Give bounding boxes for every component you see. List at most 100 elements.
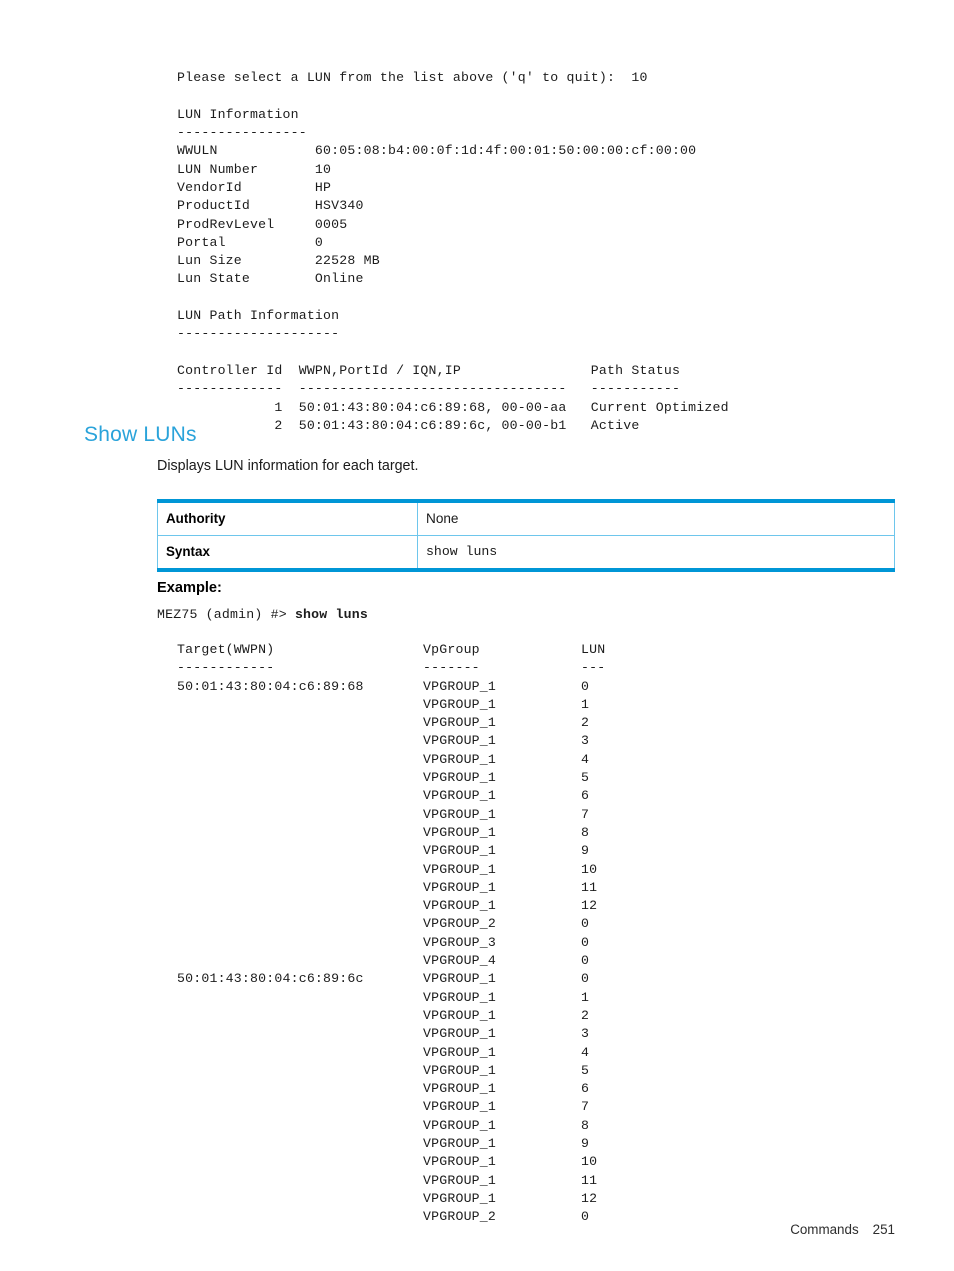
table-row: 50:01:43:80:04:c6:89:68 VPGROUP_1 0: [177, 678, 605, 696]
listing-cell-vpgroup: VPGROUP_1: [423, 1044, 497, 1060]
listing-cell-lun: 0: [581, 953, 590, 969]
table-row: Syntax show luns: [157, 535, 895, 571]
spec-key-syntax: Syntax: [157, 535, 418, 571]
example-command-prompt: MEZ75 (admin) #> show luns: [157, 606, 368, 624]
table-row: VPGROUP_3 0: [177, 934, 605, 952]
listing-cell-lun: 2: [581, 1007, 590, 1023]
listing-cell-lun: 12: [581, 898, 598, 914]
listing-cell-lun: 3: [581, 1026, 590, 1042]
spec-key-authority: Authority: [157, 500, 418, 536]
listing-cell-vpgroup: VPGROUP_1: [423, 1026, 497, 1042]
listing-cell-vpgroup: VPGROUP_1: [423, 1117, 497, 1133]
table-row: VPGROUP_1 2: [177, 1007, 605, 1025]
terminal-output-lun-information: Please select a LUN from the list above …: [177, 70, 729, 433]
table-row: Authority None: [157, 500, 895, 536]
listing-cell-lun: 0: [581, 678, 590, 694]
listing-cell-lun: 6: [581, 1081, 590, 1097]
listing-cell-lun: 8: [581, 824, 590, 840]
table-row: VPGROUP_1 8: [177, 1117, 605, 1135]
table-row: VPGROUP_1 5: [177, 769, 605, 787]
table-row: VPGROUP_1 5: [177, 1062, 605, 1080]
table-row: VPGROUP_1 1: [177, 696, 605, 714]
listing-cell-vpgroup: VpGroup: [423, 642, 480, 657]
listing-cell-lun: 7: [581, 1099, 590, 1115]
listing-cell-vpgroup: VPGROUP_4: [423, 953, 497, 969]
table-row: VPGROUP_1 10: [177, 861, 605, 879]
listing-cell-target: 50:01:43:80:04:c6:89:68: [177, 678, 364, 694]
listing-cell-vpgroup: VPGROUP_1: [423, 770, 497, 786]
listing-header-row: Target(WWPN) VpGroup LUN: [177, 641, 605, 659]
listing-cell-vpgroup: VPGROUP_1: [423, 879, 497, 895]
footer-chapter: Commands: [790, 1222, 859, 1237]
listing-cell-vpgroup: VPGROUP_1: [423, 971, 497, 987]
listing-cell-vpgroup: VPGROUP_1: [423, 751, 497, 767]
table-row: VPGROUP_1 4: [177, 751, 605, 769]
listing-cell-vpgroup: VPGROUP_1: [423, 989, 497, 1005]
listing-cell-lun: 4: [581, 1044, 590, 1060]
listing-rule-row: ------------ ------- ---: [177, 659, 605, 677]
table-row: VPGROUP_1 9: [177, 842, 605, 860]
listing-cell-vpgroup: -------: [423, 660, 480, 676]
listing-cell-vpgroup: VPGROUP_1: [423, 733, 497, 749]
listing-cell-lun: 2: [581, 715, 590, 731]
table-row: VPGROUP_1 6: [177, 1080, 605, 1098]
document-page: Please select a LUN from the list above …: [0, 0, 954, 1271]
table-row: VPGROUP_1 1: [177, 989, 605, 1007]
listing-cell-lun: ---: [581, 660, 606, 676]
listing-cell-lun: 1: [581, 696, 590, 712]
spec-value-authority: None: [417, 500, 895, 536]
listing-cell-lun: 6: [581, 788, 590, 804]
table-row: VPGROUP_1 8: [177, 824, 605, 842]
listing-cell-lun: 1: [581, 989, 590, 1005]
listing-cell-target: 50:01:43:80:04:c6:89:6c: [177, 971, 364, 987]
listing-cell-vpgroup: VPGROUP_1: [423, 1172, 497, 1188]
listing-cell-vpgroup: VPGROUP_1: [423, 1154, 497, 1170]
table-row: VPGROUP_1 3: [177, 732, 605, 750]
example-label: Example:: [157, 580, 222, 596]
footer-page-number: 251: [872, 1222, 895, 1237]
listing-cell-lun: 10: [581, 1154, 598, 1170]
listing-cell-lun: 10: [581, 861, 598, 877]
prompt-command: show luns: [294, 607, 368, 622]
table-row: VPGROUP_1 12: [177, 1190, 605, 1208]
listing-cell-lun: 5: [581, 770, 590, 786]
spec-value-syntax: show luns: [417, 535, 895, 571]
listing-cell-lun: 0: [581, 916, 590, 932]
listing-cell-lun: 3: [581, 733, 590, 749]
table-row: VPGROUP_1 6: [177, 787, 605, 805]
listing-cell-vpgroup: VPGROUP_1: [423, 1081, 497, 1097]
listing-cell-vpgroup: VPGROUP_1: [423, 898, 497, 914]
listing-cell-vpgroup: VPGROUP_1: [423, 788, 497, 804]
table-row: VPGROUP_1 10: [177, 1153, 605, 1171]
spec-table-body: Authority None Syntax show luns: [157, 500, 895, 571]
table-row: VPGROUP_1 7: [177, 806, 605, 824]
listing-cell-vpgroup: VPGROUP_1: [423, 1190, 497, 1206]
table-row: VPGROUP_1 11: [177, 879, 605, 897]
listing-cell-lun: 11: [581, 1172, 598, 1188]
listing-cell-vpgroup: VPGROUP_1: [423, 824, 497, 840]
table-row: VPGROUP_2 0: [177, 915, 605, 933]
listing-cell-lun: 7: [581, 806, 590, 822]
listing-cell-vpgroup: VPGROUP_1: [423, 678, 497, 694]
listing-cell-vpgroup: VPGROUP_1: [423, 1099, 497, 1115]
section-description: Displays LUN information for each target…: [157, 458, 419, 474]
listing-cell-vpgroup: VPGROUP_1: [423, 861, 497, 877]
listing-cell-lun: 12: [581, 1190, 598, 1206]
table-row: VPGROUP_1 4: [177, 1044, 605, 1062]
table-row: VPGROUP_1 11: [177, 1172, 605, 1190]
listing-cell-target: ------------: [177, 660, 275, 676]
listing-cell-lun: 0: [581, 971, 590, 987]
listing-cell-lun: 4: [581, 751, 590, 767]
listing-cell-vpgroup: VPGROUP_3: [423, 934, 497, 950]
page-footer: Commands 251: [0, 1222, 895, 1237]
page-title: Show LUNs: [84, 423, 197, 446]
listing-cell-lun: 11: [581, 879, 598, 895]
listing-cell-target: Target(WWPN): [177, 642, 275, 657]
table-row: 50:01:43:80:04:c6:89:6c VPGROUP_1 0: [177, 970, 605, 988]
listing-cell-vpgroup: VPGROUP_2: [423, 916, 497, 932]
prompt-prefix: MEZ75 (admin) #>: [157, 607, 295, 622]
listing-cell-vpgroup: VPGROUP_1: [423, 696, 497, 712]
listing-cell-lun: 5: [581, 1062, 590, 1078]
listing-cell-vpgroup: VPGROUP_1: [423, 1136, 497, 1152]
table-row: VPGROUP_1 7: [177, 1098, 605, 1116]
